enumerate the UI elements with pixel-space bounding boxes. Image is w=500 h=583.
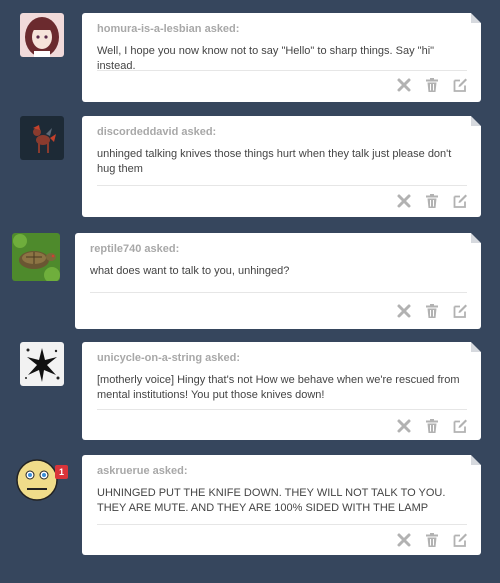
card-corner-fold <box>471 342 481 352</box>
ask-card: reptile740 asked: what does want to talk… <box>75 233 481 329</box>
post-controls <box>396 77 468 93</box>
ask-card: homura-is-a-lesbian asked: Well, I hope … <box>82 13 481 102</box>
pony-avatar[interactable] <box>20 116 64 160</box>
divider <box>90 292 467 293</box>
trash-icon[interactable] <box>424 418 440 434</box>
card-corner-fold <box>471 13 481 23</box>
edit-icon[interactable] <box>452 303 468 319</box>
anime-girl-avatar[interactable] <box>20 13 64 57</box>
trash-icon[interactable] <box>424 77 440 93</box>
trash-icon[interactable] <box>424 532 440 548</box>
trash-icon[interactable] <box>424 193 440 209</box>
trash-icon[interactable] <box>424 303 440 319</box>
x-icon[interactable] <box>396 193 412 209</box>
turtle-avatar[interactable] <box>12 233 60 281</box>
notification-badge: 1 <box>55 465 68 479</box>
star-avatar[interactable] <box>20 342 64 386</box>
divider <box>97 70 467 71</box>
asker-name[interactable]: unicycle-on-a-string asked: <box>97 352 240 364</box>
divider <box>97 409 467 410</box>
asker-name[interactable]: askruerue asked: <box>97 465 188 477</box>
x-icon[interactable] <box>396 77 412 93</box>
edit-icon[interactable] <box>452 532 468 548</box>
ask-card: askruerue asked: UHNINGED PUT THE KNIFE … <box>82 455 481 555</box>
post-controls <box>396 303 468 319</box>
ask-card: discordeddavid asked: unhinged talking k… <box>82 116 481 217</box>
post-controls <box>396 418 468 434</box>
x-icon[interactable] <box>396 532 412 548</box>
question-text: unhinged talking knives those things hur… <box>97 148 452 175</box>
edit-icon[interactable] <box>452 77 468 93</box>
divider <box>97 185 467 186</box>
post-controls <box>396 193 468 209</box>
question-text: [motherly voice] Hingy that's not How we… <box>97 374 460 401</box>
question-text: what does want to talk to you, unhinged? <box>90 265 290 277</box>
smiley-avatar[interactable] <box>15 455 63 503</box>
asker-name[interactable]: discordeddavid asked: <box>97 126 216 138</box>
card-corner-fold <box>471 455 481 465</box>
x-icon[interactable] <box>396 303 412 319</box>
question-text: UHNINGED PUT THE KNIFE DOWN. THEY WILL N… <box>97 487 446 514</box>
post-controls <box>396 532 468 548</box>
ask-card: unicycle-on-a-string asked: [motherly vo… <box>82 342 481 440</box>
x-icon[interactable] <box>396 418 412 434</box>
asker-name[interactable]: reptile740 asked: <box>90 243 179 255</box>
card-corner-fold <box>471 233 481 243</box>
card-corner-fold <box>471 116 481 126</box>
divider <box>97 524 467 525</box>
asker-name[interactable]: homura-is-a-lesbian asked: <box>97 23 239 35</box>
edit-icon[interactable] <box>452 418 468 434</box>
edit-icon[interactable] <box>452 193 468 209</box>
